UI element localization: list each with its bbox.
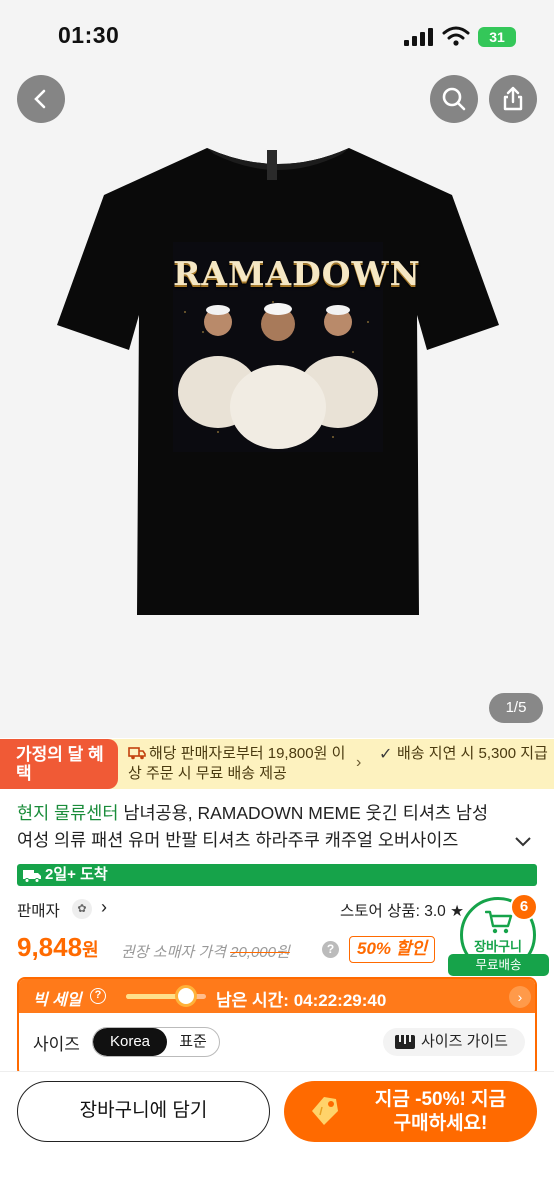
- free-shipping-promo[interactable]: 해당 판매자로부터 19,800원 이상 주문 시 무료 배송 제공: [128, 744, 356, 784]
- chevron-right-icon[interactable]: ›: [509, 986, 531, 1008]
- product-title-line-1: 남녀공용, RAMADOWN MEME 웃긴 티셔츠 남성: [123, 803, 489, 823]
- promo-badge: 가정의 달 혜택: [0, 739, 118, 789]
- cellular-signal-icon: [404, 28, 433, 46]
- buy-now-label-line-2: 구매하세요!: [393, 1113, 488, 1134]
- seller-row[interactable]: 판매자 ✿ › 스토어 상품: 3.0 ★: [17, 897, 537, 921]
- add-to-cart-button[interactable]: 장바구니에 담기: [17, 1081, 270, 1142]
- bottom-action-bar: 장바구니에 담기 지금 -50%! 지금 구매하세요!: [0, 1071, 554, 1199]
- product-title[interactable]: 현지 물류센터 남녀공용, RAMADOWN MEME 웃긴 티셔츠 남성 여성…: [17, 800, 537, 854]
- ruler-icon: [395, 1035, 415, 1049]
- search-icon: [442, 87, 466, 111]
- countdown-timer: 남은 시간: 04:22:29:40: [216, 991, 387, 1010]
- chevron-right-icon: ›: [356, 754, 362, 771]
- search-button[interactable]: [430, 75, 478, 123]
- size-guide-button[interactable]: 사이즈 가이드: [383, 1028, 525, 1056]
- flash-sale-progress-knob: [175, 985, 197, 1007]
- product-image-carousel[interactable]: RAMADOWN 1/5: [0, 0, 554, 738]
- battery-indicator: 31: [478, 27, 516, 47]
- free-shipping-badge: 무료배송: [448, 954, 549, 976]
- product-title-line-2: 여성 의류 패션 유머 반팔 티셔츠 하라주쿠 캐주얼 오버사이즈: [17, 830, 459, 850]
- flash-sale-card: 빅 세일 ? 남은 시간: 04:22:29:40 › 사이즈 Korea 표준…: [17, 977, 537, 1077]
- store-rating: 스토어 상품: 3.0 ★: [340, 903, 464, 920]
- seller-avatar: ✿: [72, 899, 92, 919]
- delivery-badge: 2일+ 도착: [17, 864, 537, 886]
- retail-price: 20,000원: [230, 944, 290, 961]
- delivery-text: 2일+ 도착: [45, 866, 108, 883]
- help-icon[interactable]: ?: [90, 988, 106, 1004]
- buy-now-button[interactable]: 지금 -50%! 지금 구매하세요!: [284, 1081, 537, 1142]
- cart-icon: [485, 910, 513, 934]
- flash-sale-header[interactable]: 빅 세일 ? 남은 시간: 04:22:29:40 ›: [19, 979, 535, 1013]
- brand-label: 현지 물류센터: [17, 803, 119, 823]
- back-button[interactable]: [17, 75, 65, 123]
- delay-compensation-text: 배송 지연 시 5,300 지급: [397, 745, 548, 762]
- cart-count-badge: 6: [510, 893, 538, 921]
- size-label: 사이즈: [33, 1035, 80, 1054]
- shirt-print-title: RAMADOWN: [173, 254, 421, 293]
- flash-sale-label: 빅 세일: [33, 992, 82, 1009]
- share-button[interactable]: [489, 75, 537, 123]
- seller-label: 판매자: [17, 903, 60, 920]
- truck-icon: [23, 870, 41, 883]
- size-option-korea[interactable]: Korea: [93, 1028, 167, 1056]
- share-icon: [503, 86, 523, 111]
- status-bar: 01:30 31: [0, 0, 554, 72]
- discount-badge: 50% 할인: [349, 936, 436, 963]
- help-icon[interactable]: ?: [322, 941, 339, 958]
- check-icon: ✓: [379, 746, 393, 763]
- size-option-standard[interactable]: 표준: [167, 1028, 219, 1056]
- retail-price-label: 권장 소매자 가격 20,000원: [121, 944, 290, 961]
- truck-icon: [128, 747, 146, 760]
- promo-banner[interactable]: 가정의 달 혜택 해당 판매자로부터 19,800원 이상 주문 시 무료 배송…: [0, 739, 554, 789]
- buy-now-label-line-1: 지금 -50%! 지금: [374, 1089, 507, 1110]
- price-tag-icon: [312, 1097, 338, 1125]
- chevron-left-icon: [34, 89, 46, 109]
- size-guide-label: 사이즈 가이드: [421, 1033, 508, 1050]
- status-time: 01:30: [58, 22, 120, 48]
- image-page-indicator: 1/5: [489, 693, 543, 723]
- chevron-right-icon: ›: [101, 897, 107, 917]
- size-standard-toggle[interactable]: Korea 표준: [92, 1027, 220, 1057]
- free-shipping-text: 해당 판매자로부터 19,800원 이상 주문 시 무료 배송 제공: [128, 745, 346, 782]
- wifi-icon: [442, 26, 470, 46]
- price-row: 9,848원 권장 소매자 가격 20,000원 ? 50% 할인: [17, 932, 457, 966]
- sale-price: 9,848원: [17, 932, 99, 962]
- chevron-down-icon[interactable]: [514, 836, 532, 848]
- cart-fab-label: 장바구니: [474, 939, 522, 954]
